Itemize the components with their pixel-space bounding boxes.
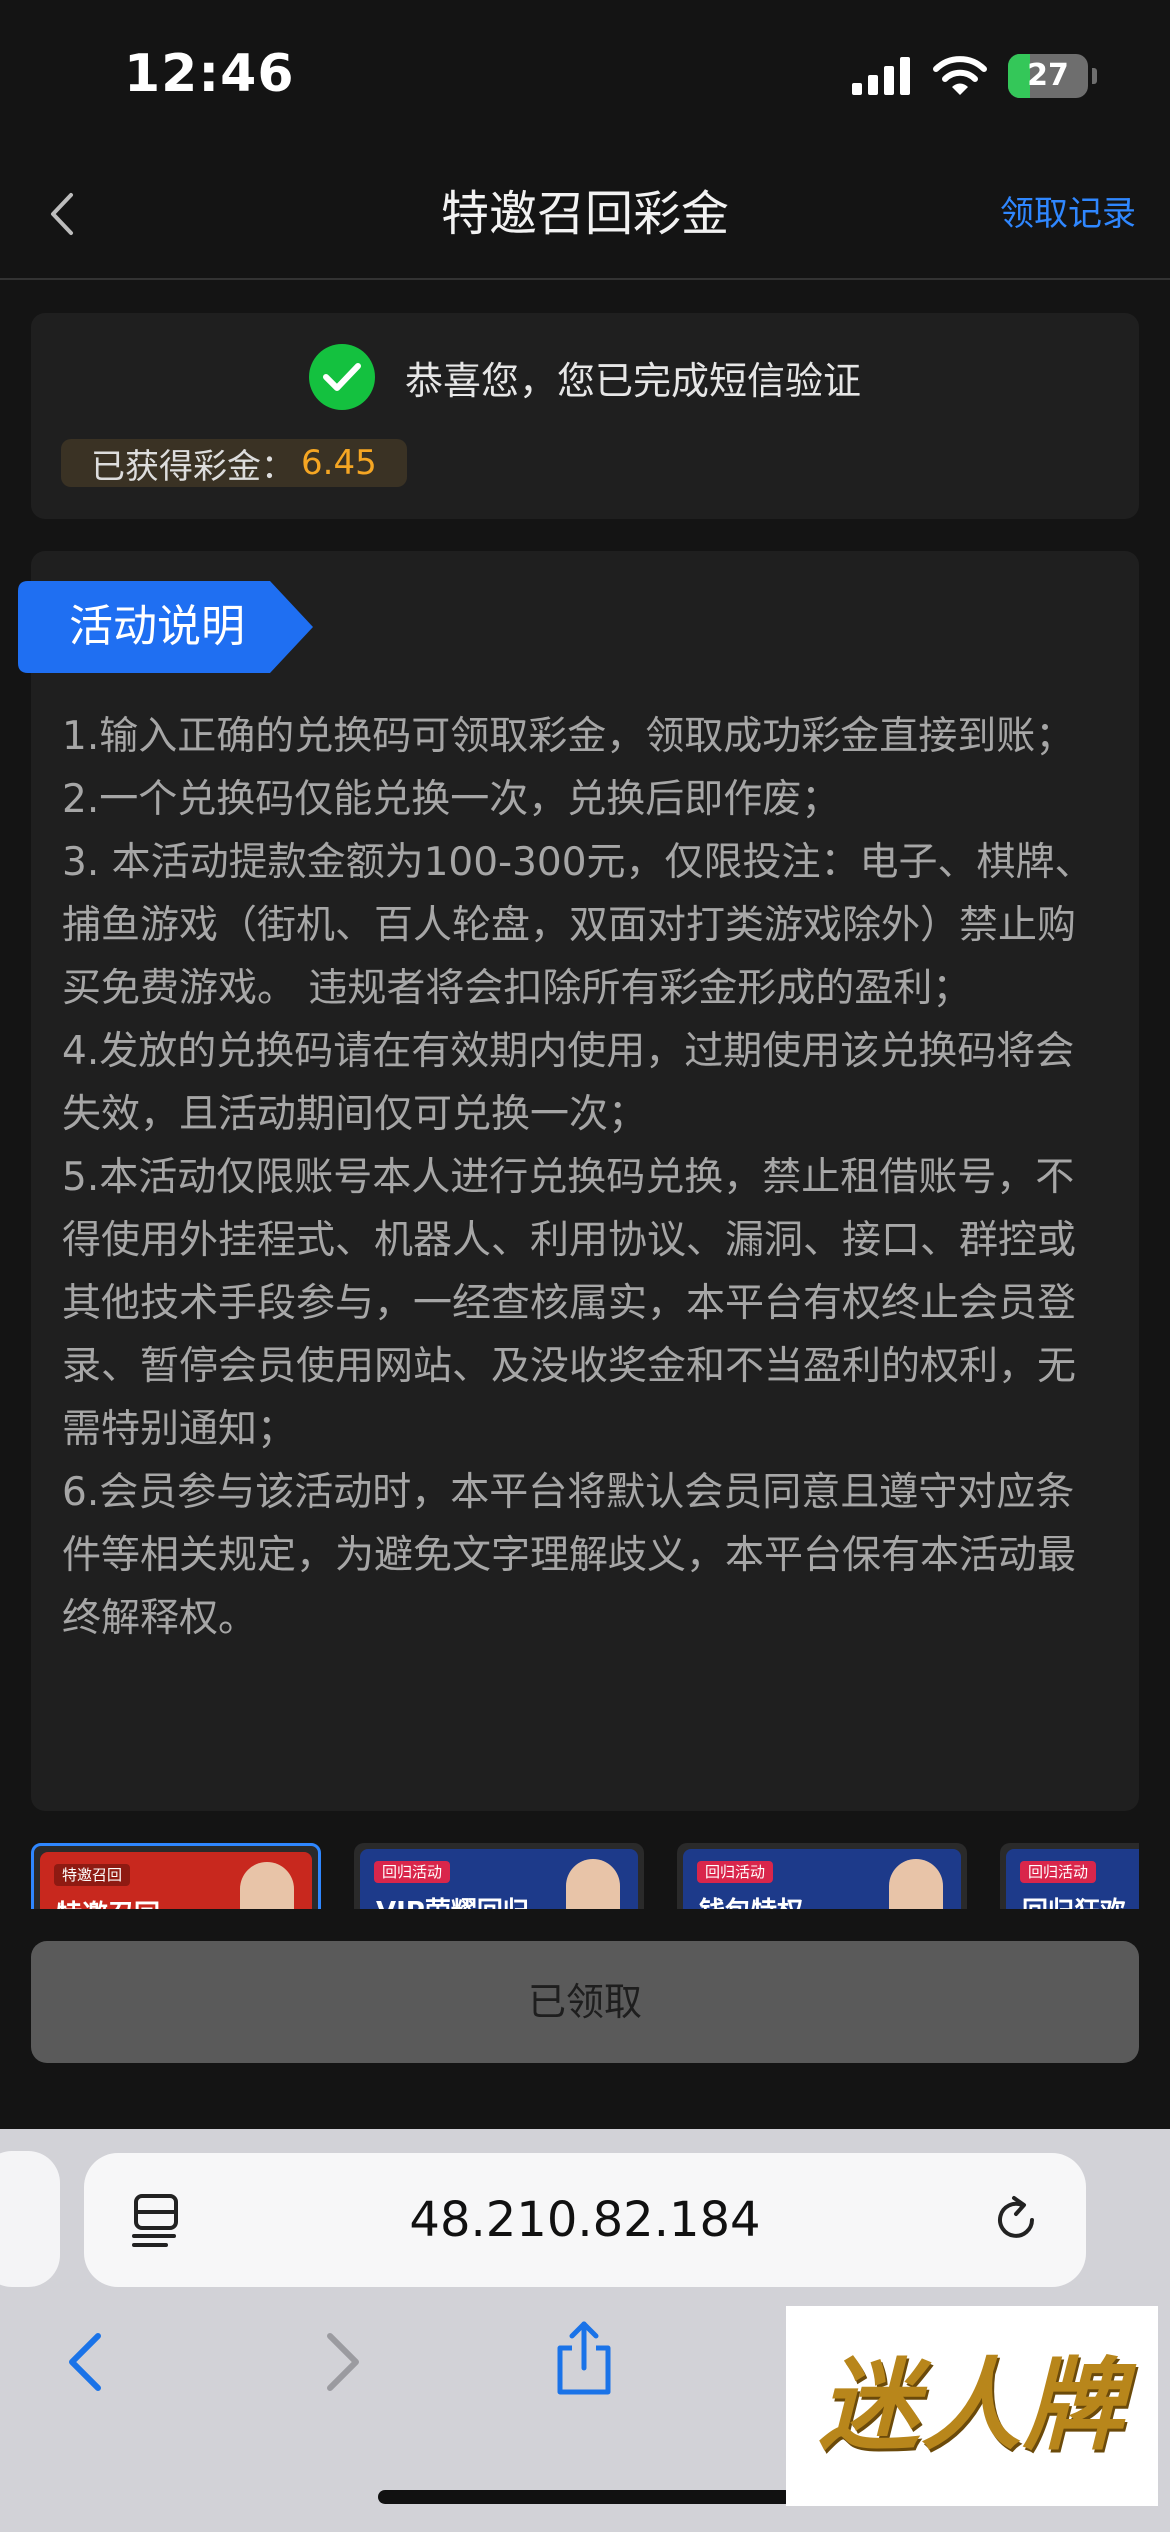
thumbnail-tag: 回归活动: [697, 1861, 774, 1883]
check-circle-icon: [308, 344, 375, 410]
rule-item: 1.输入正确的兑换码可领取彩金，领取成功彩金直接到账；: [62, 714, 1075, 759]
browser-back-icon[interactable]: [62, 2330, 112, 2394]
thumbnail-title: VIP荣耀回归: [376, 1891, 529, 1909]
thumbnail-background: 回归活动 钱包特权: [683, 1849, 961, 1909]
rule-item: 6.会员参与该活动时，本平台将默认会员同意且遵守对应条件等相关规定，为避免文字理…: [62, 1470, 1077, 1641]
url-text[interactable]: 48.210.82.184: [84, 2153, 1086, 2287]
status-time: 12:46: [124, 44, 295, 104]
thumbnail-tag: 回归活动: [1020, 1861, 1097, 1883]
reload-icon[interactable]: [988, 2192, 1044, 2248]
rules-tag: 活动说明: [69, 601, 245, 652]
promo-model-image: [566, 1859, 620, 1909]
chevron-left-icon: [51, 193, 73, 235]
promo-thumbnail[interactable]: 回归活动 钱包特权: [677, 1843, 967, 1909]
cellular-signal-icon: [852, 57, 910, 95]
thumbnail-background: 特邀召回 特邀召回: [40, 1852, 312, 1909]
promo-model-image: [889, 1859, 943, 1909]
back-button[interactable]: [26, 176, 98, 252]
promo-model-image: [240, 1862, 294, 1909]
watermark-text: 迷人牌: [819, 2347, 1125, 2464]
claim-record-link[interactable]: 领取记录: [1000, 150, 1136, 278]
promo-thumbnail[interactable]: 回归活动 回归狂欢: [1000, 1843, 1139, 1909]
thumbnail-tag: 特邀召回: [54, 1864, 131, 1886]
thumbnail-title: 回归狂欢: [1022, 1891, 1126, 1909]
rule-item: 2.一个兑换码仅能兑换一次，兑换后即作废；: [62, 777, 841, 822]
page-menu-icon[interactable]: [128, 2190, 188, 2250]
thumbnail-tag: 回归活动: [374, 1861, 451, 1883]
bonus-label: 已获得彩金：: [91, 446, 295, 487]
share-icon[interactable]: [548, 2318, 620, 2398]
rule-item: 5.本活动仅限账号本人进行兑换码兑换，禁止租借账号，不得使用外挂程式、机器人、利…: [62, 1155, 1077, 1452]
rule-item: 4.发放的兑换码请在有效期内使用，过期使用该兑换码将会失效，且活动期间仅可兑换一…: [62, 1029, 1075, 1137]
nav-bar: 特邀召回彩金 领取记录: [0, 150, 1170, 280]
battery-icon: 27: [1008, 54, 1088, 98]
thumbnail-title: 特邀召回: [56, 1894, 160, 1909]
verify-row: 恭喜您，您已完成短信验证: [31, 343, 1139, 411]
claimed-button[interactable]: 已领取: [31, 1941, 1139, 2063]
browser-forward-icon[interactable]: [316, 2330, 366, 2394]
battery-level: 27: [1027, 58, 1069, 93]
bonus-value: 6.45: [301, 443, 377, 483]
bonus-badge: 已获得彩金： 6.45: [61, 439, 407, 487]
promo-thumbnail-strip: 特邀召回 特邀召回 回归活动 VIP荣耀回归 回归活动 钱包特权 回归活动 回归…: [31, 1843, 1139, 1909]
battery-tip: [1092, 68, 1097, 84]
rules-list: 1.输入正确的兑换码可领取彩金，领取成功彩金直接到账； 2.一个兑换码仅能兑换一…: [62, 705, 1112, 1650]
page-title: 特邀召回彩金: [440, 186, 729, 242]
promo-thumbnail[interactable]: 特邀召回 特邀召回: [31, 1843, 321, 1909]
rule-item: 3. 本活动提款金额为100-300元，仅限投注：电子、棋牌、捕鱼游戏（街机、百…: [62, 840, 1094, 1011]
home-indicator: [378, 2490, 792, 2504]
verify-message: 恭喜您，您已完成短信验证: [404, 358, 861, 403]
previous-tab-peek[interactable]: [0, 2151, 60, 2287]
wifi-icon: [933, 56, 987, 95]
thumbnail-title: 钱包特权: [699, 1891, 803, 1909]
thumbnail-background: 回归活动 VIP荣耀回归: [360, 1849, 638, 1909]
thumbnail-background: 回归活动 回归狂欢: [1006, 1849, 1139, 1909]
verify-card: 恭喜您，您已完成短信验证 已获得彩金： 6.45: [31, 313, 1139, 519]
promo-thumbnail[interactable]: 回归活动 VIP荣耀回归: [354, 1843, 644, 1909]
